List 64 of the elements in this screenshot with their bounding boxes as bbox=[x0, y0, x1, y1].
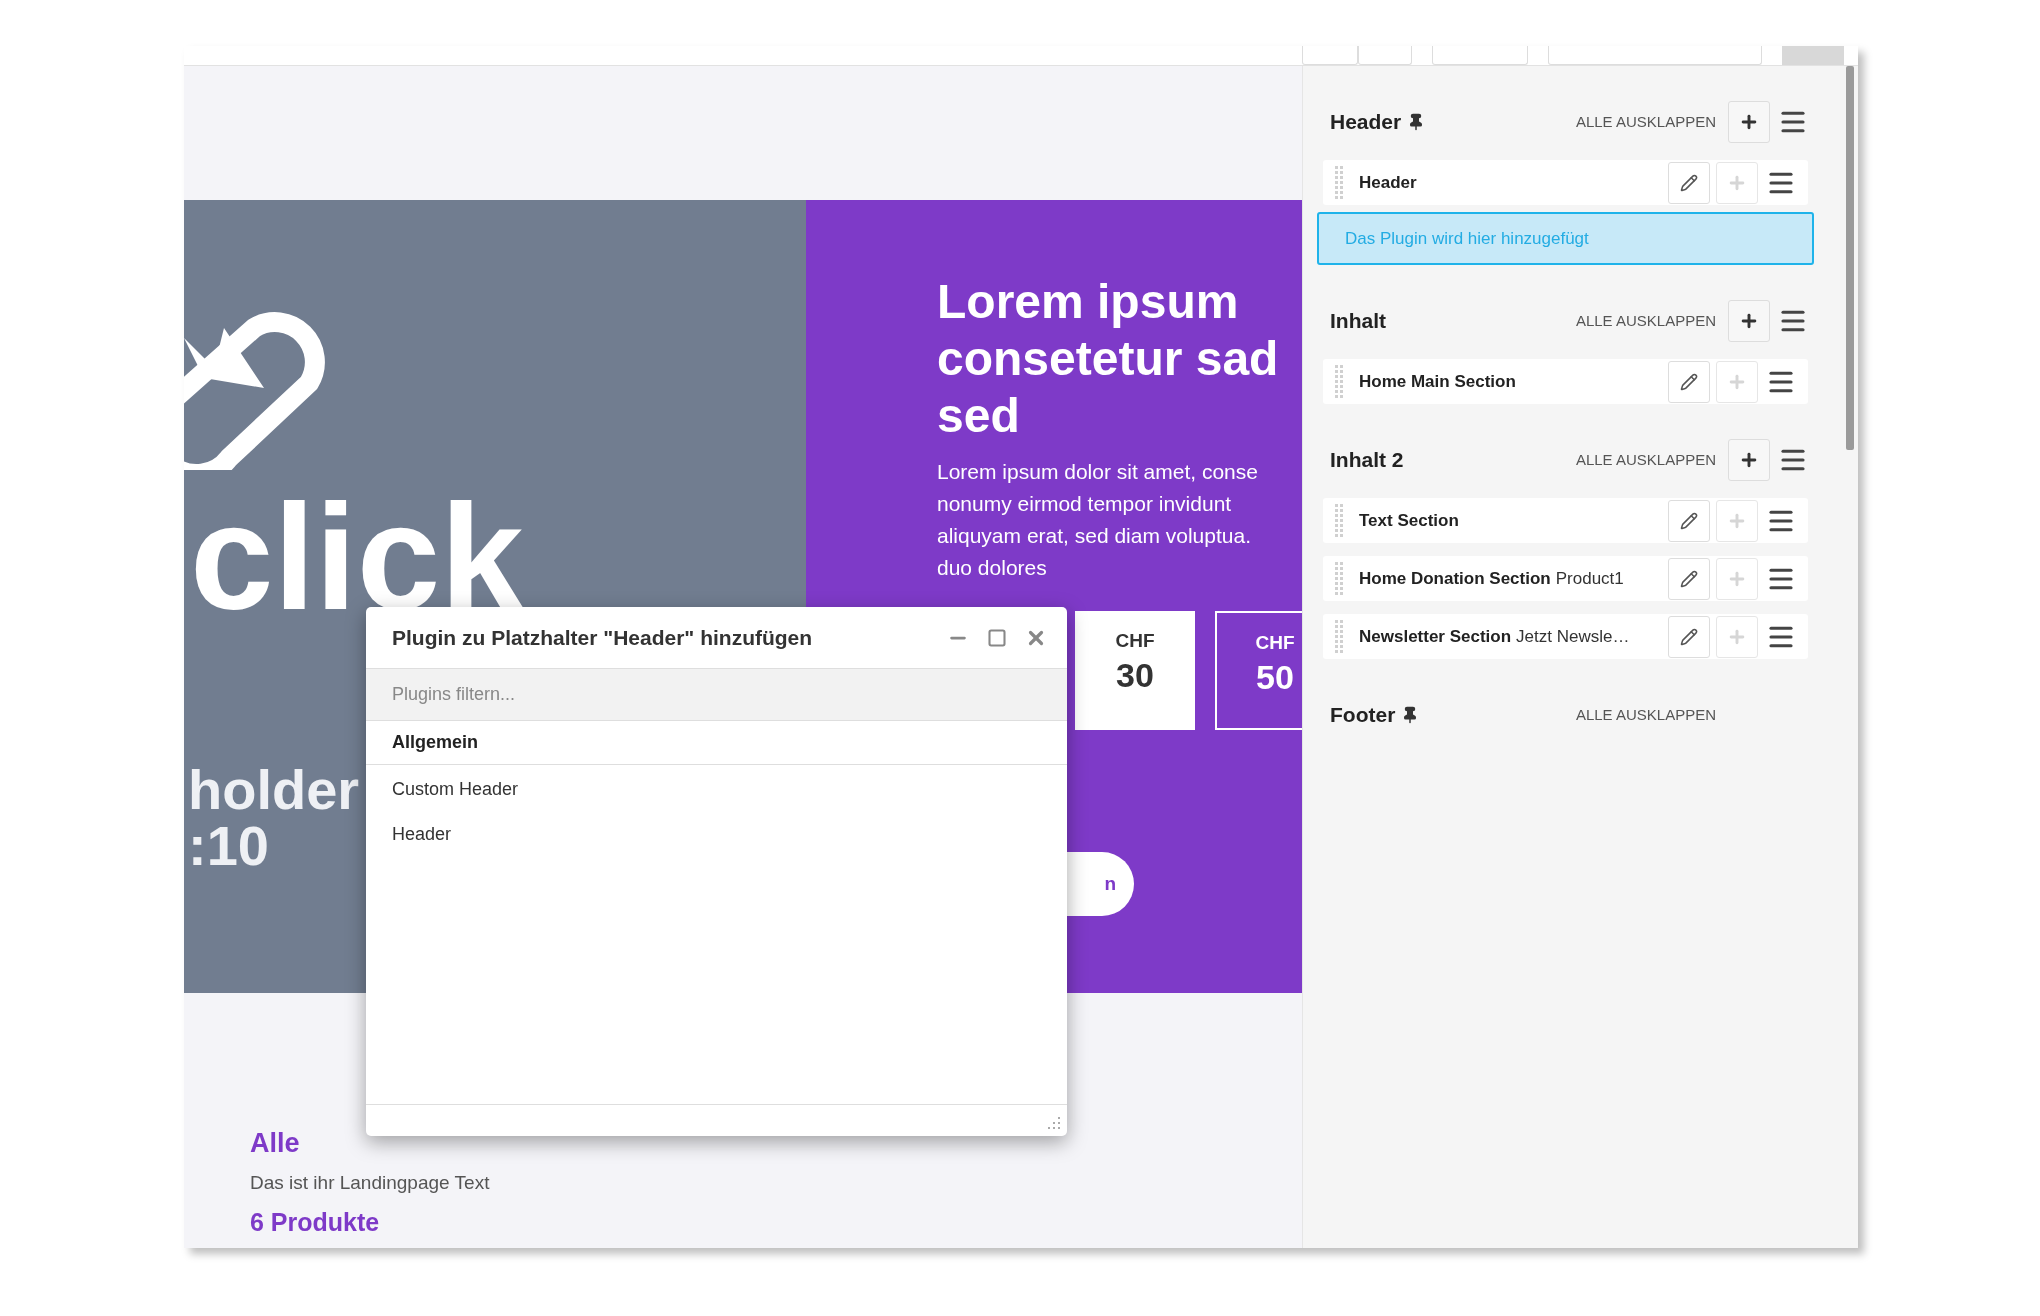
drop-hint: Das Plugin wird hier hinzugefügt bbox=[1317, 212, 1814, 265]
section-text: Das ist ihr Landingpage Text bbox=[250, 1171, 490, 1195]
plugin-detail: Product1 bbox=[1555, 567, 1624, 590]
pencil-icon bbox=[1680, 569, 1698, 588]
drag-handle-icon[interactable] bbox=[1335, 562, 1343, 595]
plus-icon bbox=[1739, 450, 1759, 470]
edit-button[interactable] bbox=[1668, 615, 1710, 658]
hero-headline: sed bbox=[937, 388, 1021, 444]
group-heading: Allgemein bbox=[392, 731, 479, 754]
placeholder-title: Header bbox=[1330, 109, 1402, 136]
plugin-row[interactable]: Newsletter Section Jetzt Newsle… bbox=[1323, 614, 1808, 659]
edit-button[interactable] bbox=[1668, 557, 1710, 600]
hero-headline: consetetur sad bbox=[937, 331, 1280, 387]
maximize-icon[interactable] bbox=[987, 627, 1007, 648]
plugin-row[interactable]: Header bbox=[1323, 160, 1808, 205]
plugin-detail: Jetzt Newsle… bbox=[1516, 625, 1630, 648]
expand-all-link[interactable]: ALLE AUSKLAPPEN bbox=[1575, 309, 1716, 333]
plugin-name: Home Main Section bbox=[1359, 370, 1516, 393]
plugin-name: Home Donation Section bbox=[1359, 567, 1551, 590]
hero-caption: holder bbox=[188, 762, 360, 818]
hero-text: aliquyam erat, sed diam voluptua. bbox=[937, 523, 1252, 549]
hero-text: Lorem ipsum dolor sit amet, conse bbox=[937, 459, 1259, 485]
plugin-name: Header bbox=[1359, 171, 1417, 194]
pencil-icon bbox=[1680, 173, 1698, 192]
filter-field[interactable]: Plugins filtern... bbox=[366, 669, 1067, 721]
plugin-option[interactable]: Header bbox=[392, 821, 452, 848]
placeholder-title: Inhalt 2 bbox=[1330, 447, 1404, 474]
pencil-icon bbox=[1680, 627, 1698, 646]
expand-all-link[interactable]: ALLE AUSKLAPPEN bbox=[1575, 448, 1716, 472]
scrollbar-thumb[interactable] bbox=[1846, 66, 1854, 450]
plugin-row[interactable]: Home Main Section bbox=[1323, 359, 1808, 404]
drag-handle-icon[interactable] bbox=[1335, 504, 1343, 537]
drag-handle-icon[interactable] bbox=[1335, 166, 1343, 199]
add-plugin-button[interactable] bbox=[1728, 439, 1770, 481]
hero-text: duo dolores bbox=[937, 555, 1048, 581]
logo-word: click bbox=[190, 492, 524, 622]
add-plugin-button[interactable] bbox=[1728, 300, 1770, 342]
plugin-row[interactable]: Home Donation Section Product1 bbox=[1323, 556, 1808, 601]
plus-icon bbox=[1739, 311, 1759, 331]
product-count: 6 Produkte bbox=[250, 1207, 380, 1237]
edit-button[interactable] bbox=[1668, 161, 1710, 204]
hero-headline: Lorem ipsum bbox=[937, 274, 1240, 330]
dialog-title: Plugin zu Platzhalter "Header" hinzufügen bbox=[392, 624, 813, 651]
drag-handle-icon[interactable] bbox=[1335, 365, 1343, 398]
placeholder-title: Footer bbox=[1330, 702, 1396, 729]
edit-button[interactable] bbox=[1668, 360, 1710, 403]
expand-all-link[interactable]: ALLE AUSKLAPPEN bbox=[1575, 110, 1716, 134]
plugin-name: Text Section bbox=[1359, 509, 1459, 532]
add-plugin-button[interactable] bbox=[1728, 101, 1770, 143]
plugin-name: Newsletter Section bbox=[1359, 625, 1512, 648]
hero-text: nonumy eirmod tempor invidunt bbox=[937, 491, 1233, 517]
resize-grip-icon[interactable] bbox=[1047, 1116, 1061, 1130]
hero-caption: :10 bbox=[188, 818, 269, 874]
pencil-icon bbox=[1680, 372, 1698, 391]
expand-all-link[interactable]: ALLE AUSKLAPPEN bbox=[1575, 703, 1716, 727]
price-option[interactable]: CHF 30 bbox=[1075, 611, 1195, 730]
section-title: Alle bbox=[250, 1127, 300, 1159]
plugin-option[interactable]: Custom Header bbox=[392, 776, 519, 803]
placeholder-title: Inhalt bbox=[1330, 308, 1386, 335]
edit-button[interactable] bbox=[1668, 499, 1710, 542]
drag-handle-icon[interactable] bbox=[1335, 620, 1343, 653]
plugin-row[interactable]: Text Section bbox=[1323, 498, 1808, 543]
plus-icon bbox=[1739, 112, 1759, 132]
pencil-icon bbox=[1680, 511, 1698, 530]
